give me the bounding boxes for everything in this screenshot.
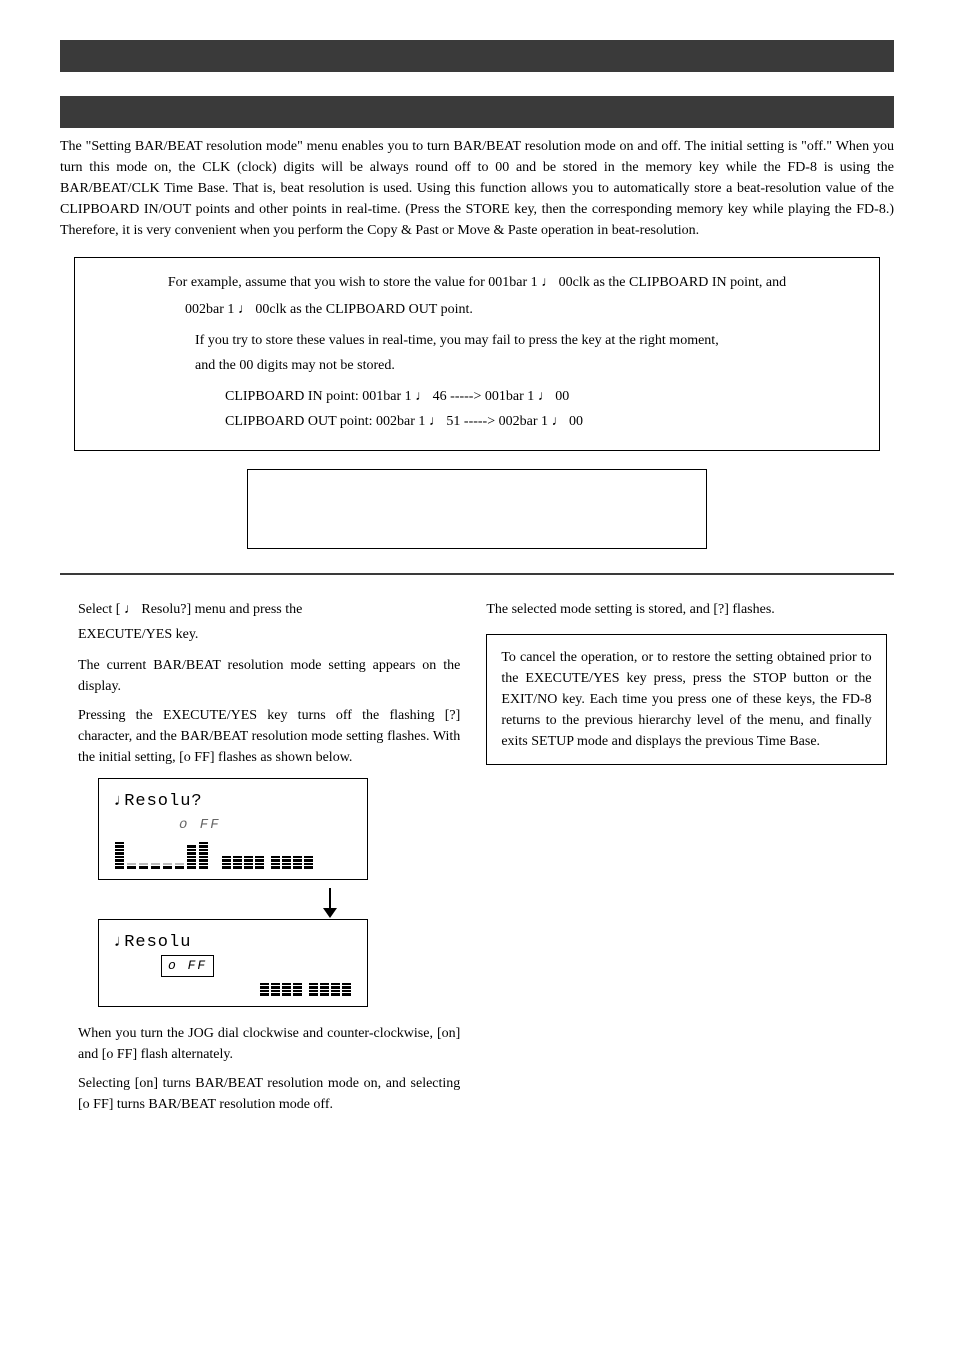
left-p4: Selecting [on] turns BAR/BEAT resolution… bbox=[60, 1073, 460, 1115]
example-header-line1: For example, assume that you wish to sto… bbox=[95, 272, 859, 293]
example-box: For example, assume that you wish to sto… bbox=[74, 257, 880, 451]
lcd2-value: o FF bbox=[109, 955, 357, 977]
intro-paragraph: The "Setting BAR/BEAT resolution mode" m… bbox=[60, 136, 894, 241]
example-body-line2: and the 00 digits may not be stored. bbox=[95, 355, 859, 376]
left-column: Select [ ♩ Resolu?] menu and press the E… bbox=[60, 599, 460, 1115]
two-column-layout: Select [ ♩ Resolu?] menu and press the E… bbox=[60, 599, 894, 1115]
lcd2-meters bbox=[109, 983, 357, 996]
left-p1: The current BAR/BEAT resolution mode set… bbox=[60, 655, 460, 697]
cancel-note-box: To cancel the operation, or to restore t… bbox=[486, 634, 886, 765]
right-top-text: The selected mode setting is stored, and… bbox=[486, 599, 886, 620]
arrow-down-icon bbox=[200, 888, 460, 925]
lcd-display-2: ♩Resolu o FF bbox=[98, 919, 368, 1007]
example-clipboard-out: CLIPBOARD OUT point: 002bar 1 ♩ 51 -----… bbox=[95, 411, 859, 432]
note-box bbox=[247, 469, 707, 549]
step-1-header-line1: Select [ ♩ Resolu?] menu and press the bbox=[60, 599, 460, 620]
lcd-display-1: ♩Resolu? o FF bbox=[98, 778, 368, 880]
example-clipboard-in: CLIPBOARD IN point: 001bar 1 ♩ 46 ----->… bbox=[95, 386, 859, 407]
section-title-bar bbox=[60, 96, 894, 128]
lcd1-meters bbox=[109, 842, 357, 869]
page-header-bar bbox=[60, 40, 894, 72]
lcd1-title: ♩Resolu? bbox=[109, 789, 357, 815]
step-1-header-line2: EXECUTE/YES key. bbox=[60, 624, 460, 645]
section-divider bbox=[60, 573, 894, 575]
lcd2-title: ♩Resolu bbox=[109, 930, 357, 956]
right-column: The selected mode setting is stored, and… bbox=[486, 599, 886, 1115]
left-p3: When you turn the JOG dial clockwise and… bbox=[60, 1023, 460, 1065]
example-body-line1: If you try to store these values in real… bbox=[95, 330, 859, 351]
example-header-line2: 002bar 1 ♩ 00clk as the CLIPBOARD OUT po… bbox=[185, 299, 859, 320]
lcd1-value: o FF bbox=[109, 815, 357, 836]
left-p2: Pressing the EXECUTE/YES key turns off t… bbox=[60, 705, 460, 768]
